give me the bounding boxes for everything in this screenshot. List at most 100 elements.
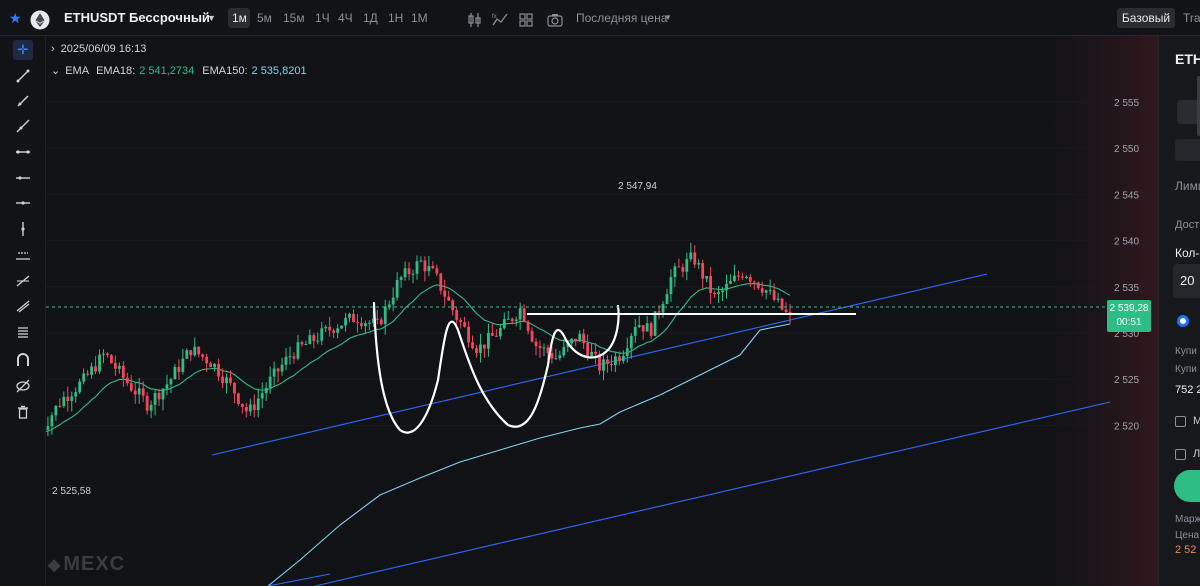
candle [637, 315, 641, 329]
grid-lines [46, 101, 1106, 426]
current-price-value: 2 539,28 [1109, 303, 1149, 314]
option-checkbox-1[interactable] [1175, 416, 1186, 427]
timeframe-6[interactable]: 1Н [384, 8, 403, 28]
info-line-icon[interactable] [13, 193, 33, 213]
crosshair-icon[interactable]: ✛ [13, 40, 33, 60]
ema150-value: 2 535,8201 [251, 65, 307, 77]
candle [447, 290, 451, 301]
option-label-1: М [1193, 415, 1200, 427]
parallel-channel-icon[interactable] [13, 245, 33, 265]
candle [483, 344, 486, 358]
trend-line-icon[interactable] [13, 66, 33, 86]
candle [629, 333, 633, 359]
candle [201, 353, 205, 361]
fib-retracement-icon[interactable] [13, 271, 33, 291]
tab-basic[interactable]: Базовый [1117, 8, 1175, 28]
expand-arrow-icon[interactable]: ⌄ [51, 65, 60, 77]
candle [427, 255, 431, 277]
price-tick: 2 535 [1114, 283, 1139, 294]
favorite-star-icon[interactable]: ★ [9, 0, 22, 36]
buy-label-1: Купи [1175, 346, 1197, 357]
head-shoulders-sketch[interactable] [372, 301, 620, 434]
candle [153, 389, 157, 416]
candle [737, 270, 740, 281]
collapse-arrow-icon[interactable]: › [51, 43, 55, 55]
candle-countdown: 00:51 [1116, 317, 1142, 328]
timeframe-4[interactable]: 4Ч [334, 8, 354, 28]
candle [598, 350, 601, 375]
candle [264, 382, 268, 401]
trend-line-1[interactable] [314, 401, 1111, 586]
buy-long-button[interactable] [1174, 470, 1200, 502]
candle [300, 340, 304, 347]
timeframe-5[interactable]: 1Д [359, 8, 379, 28]
symbol-dropdown-icon[interactable]: ▼ [207, 0, 216, 36]
drawing-toolbar: ✛ [0, 36, 46, 586]
candle [733, 264, 736, 283]
quantity-input[interactable]: 20 [1173, 264, 1200, 298]
trash-icon[interactable] [13, 402, 33, 422]
candle [113, 355, 117, 376]
candle [213, 363, 217, 372]
ray-icon[interactable] [13, 91, 33, 111]
horizontal-line-icon[interactable] [13, 142, 33, 162]
candle [649, 321, 653, 340]
candle [316, 332, 320, 345]
option-checkbox-2[interactable] [1175, 449, 1186, 460]
buy-label-2: Купи [1175, 364, 1197, 375]
candle [233, 382, 236, 404]
candle [54, 404, 58, 421]
text-tool-icon[interactable] [13, 322, 33, 342]
candle [363, 320, 367, 335]
extended-line-icon[interactable] [13, 116, 33, 136]
timeframe-7[interactable]: 1М [407, 8, 431, 28]
candle [760, 281, 764, 297]
candle [681, 263, 685, 278]
candle [288, 346, 292, 365]
candle [82, 368, 86, 385]
tab-limit[interactable]: Лими [1175, 179, 1200, 193]
candle [431, 261, 435, 270]
timeframe-0[interactable]: 1м [228, 8, 250, 28]
timeframe-1[interactable]: 5м [253, 8, 273, 28]
candle [260, 382, 264, 409]
vertical-line-icon[interactable] [13, 219, 33, 239]
candle [487, 323, 490, 357]
candle [677, 258, 681, 268]
candle [173, 364, 177, 380]
candle [399, 275, 403, 288]
magnet-icon[interactable] [13, 350, 33, 370]
legend-datetime: 2025/06/09 16:13 [60, 43, 147, 55]
price-type-chevron-icon[interactable]: ▼ [664, 0, 672, 36]
panel-title: ETH [1175, 51, 1200, 67]
timeframe-3[interactable]: 1Ч [311, 8, 330, 28]
price-type-select[interactable]: Последняя цена [576, 0, 667, 36]
tab-trading[interactable]: Tra [1183, 8, 1200, 28]
price-chart[interactable]: 2 555 2 550 2 545 2 540 2 535 2 530 2 525 2 520… [46, 36, 1158, 586]
candle [625, 337, 629, 363]
candle [344, 312, 347, 332]
candle [197, 346, 201, 358]
candle [268, 366, 272, 394]
hide-drawings-icon[interactable] [13, 376, 33, 396]
candle [367, 320, 371, 331]
slider-handle[interactable] [1177, 315, 1189, 327]
svg-text:fx: fx [492, 14, 497, 20]
timeframe-2[interactable]: 15м [279, 8, 305, 28]
ema150-label: EMA150: [202, 65, 248, 77]
legend-indicator[interactable]: EMA [65, 65, 89, 77]
candle [526, 319, 530, 335]
candle [193, 337, 197, 357]
candle [78, 378, 82, 395]
horizontal-ray-icon[interactable] [13, 168, 33, 188]
candle [336, 324, 340, 339]
margin-mode-tab[interactable] [1175, 139, 1200, 161]
pitchfork-icon[interactable] [13, 296, 33, 316]
candle [661, 301, 665, 318]
candle [748, 274, 752, 287]
candle [764, 289, 768, 300]
candle [169, 377, 173, 394]
candle [542, 343, 546, 357]
order-panel: ETH Лими Дост Кол-в 20 Купи Купи 752 2 М… [1158, 36, 1200, 586]
symbol-title[interactable]: ETHUSDT Бессрочный [64, 0, 210, 36]
